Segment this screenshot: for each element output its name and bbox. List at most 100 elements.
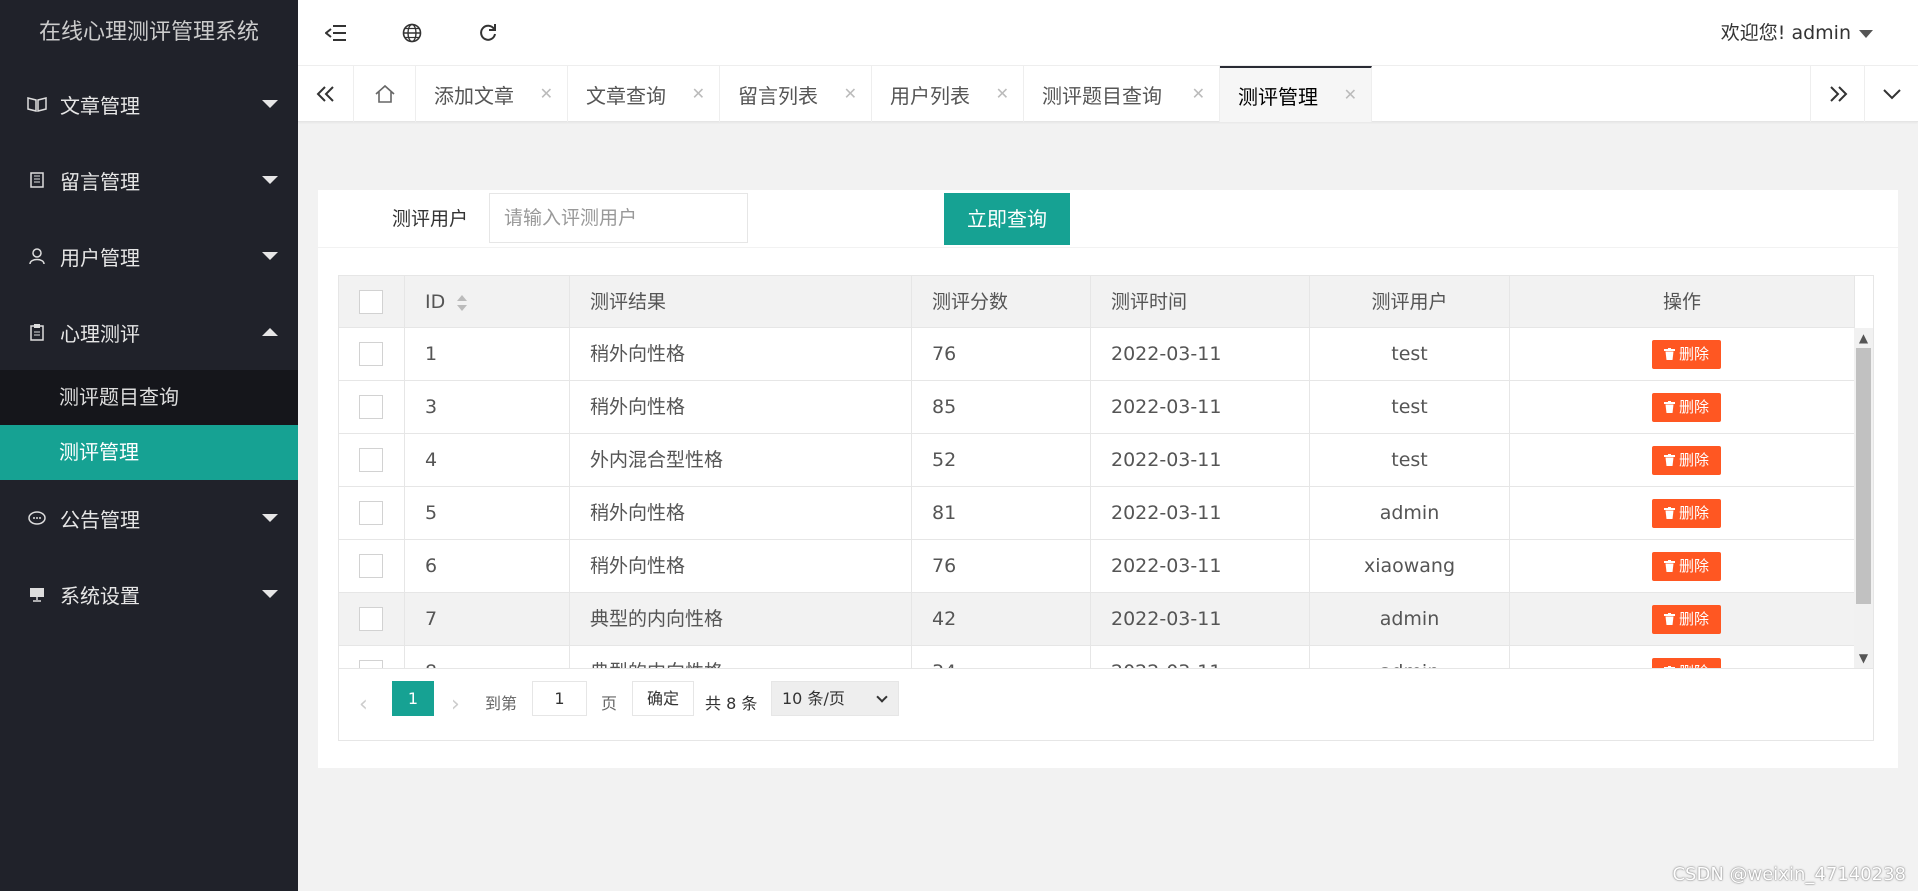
sidebar-subitem-assessment-management[interactable]: 测评管理 bbox=[0, 425, 298, 480]
row-checkbox[interactable] bbox=[359, 660, 383, 668]
sidebar-item-label: 心理测评 bbox=[60, 321, 140, 346]
page-number-current[interactable]: 1 bbox=[392, 681, 434, 716]
delete-label: 删除 bbox=[1678, 451, 1709, 469]
row-checkbox[interactable] bbox=[359, 342, 383, 366]
scroll-up-icon[interactable]: ▲ bbox=[1854, 328, 1873, 348]
home-icon bbox=[374, 84, 395, 103]
watermark: CSDN @weixin_47140238 bbox=[1672, 864, 1906, 885]
search-button[interactable]: 立即查询 bbox=[944, 193, 1070, 245]
caret-down-icon bbox=[262, 590, 278, 598]
globe-icon[interactable] bbox=[374, 0, 450, 66]
column-header-label: ID bbox=[425, 291, 446, 313]
table-row[interactable]: 3稍外向性格852022-03-11 21:20:37test 删除 bbox=[339, 381, 1855, 470]
refresh-icon[interactable] bbox=[450, 0, 526, 66]
sort-icon[interactable] bbox=[457, 294, 468, 312]
close-icon[interactable]: ✕ bbox=[1192, 85, 1205, 103]
cell-score: 76 bbox=[912, 540, 1091, 592]
goto-label: 到第 bbox=[485, 694, 518, 713]
table-row[interactable]: 5稍外向性格812022-03-11 21:20:37admin 删除 bbox=[339, 487, 1855, 576]
tab-user-list[interactable]: 用户列表 ✕ bbox=[872, 66, 1024, 122]
cell-time: 2022-03-11 21:20:37 bbox=[1091, 646, 1310, 668]
cell-user: admin bbox=[1310, 593, 1510, 645]
cell-result: 典型的内向性格 bbox=[570, 646, 912, 668]
cell-result: 典型的内向性格 bbox=[570, 593, 912, 645]
caret-down-icon bbox=[262, 176, 278, 184]
tab-add-article[interactable]: 添加文章 ✕ bbox=[416, 66, 568, 122]
tab-message-list[interactable]: 留言列表 ✕ bbox=[720, 66, 872, 122]
sidebar-item-announcements[interactable]: 公告管理 bbox=[0, 480, 298, 556]
close-icon[interactable]: ✕ bbox=[692, 85, 705, 103]
table-scrollbar[interactable]: ▲ ▼ bbox=[1854, 328, 1873, 668]
goto-page-input[interactable] bbox=[532, 681, 587, 716]
column-header-time: 测评时间 bbox=[1091, 276, 1310, 328]
next-page-icon[interactable]: › bbox=[451, 692, 460, 717]
row-actions-cell: 删除 bbox=[1510, 593, 1855, 645]
cell-time: 2022-03-11 21:20:37 bbox=[1091, 487, 1310, 576]
tabs-scroll-right-button[interactable] bbox=[1810, 66, 1864, 122]
sidebar-item-messages[interactable]: 留言管理 bbox=[0, 142, 298, 218]
tab-label: 测评管理 bbox=[1238, 84, 1318, 109]
table-row[interactable]: 6稍外向性格762022-03-11 21:20:37xiaowang 删除 bbox=[339, 540, 1855, 629]
delete-button[interactable]: 删除 bbox=[1652, 499, 1721, 528]
cell-time: 2022-03-11 21:20:37 bbox=[1091, 593, 1310, 668]
page-label: 页 bbox=[601, 694, 618, 713]
close-icon[interactable]: ✕ bbox=[1344, 86, 1357, 104]
row-checkbox[interactable] bbox=[359, 607, 383, 631]
caret-down-icon bbox=[262, 252, 278, 260]
cell-user: test bbox=[1310, 328, 1510, 380]
sidebar: 在线心理测评管理系统 文章管理 留言管理 用户管理 心理测评 测评题目查询 测评… bbox=[0, 0, 298, 891]
menu-collapse-icon[interactable] bbox=[298, 0, 374, 66]
page-size-select[interactable]: 10 条/页 bbox=[771, 681, 899, 716]
delete-button[interactable]: 删除 bbox=[1652, 340, 1721, 369]
delete-button[interactable]: 删除 bbox=[1652, 605, 1721, 634]
tab-home[interactable] bbox=[354, 66, 416, 122]
table-row[interactable]: 7典型的内向性格422022-03-11 21:20:37admin 删除 bbox=[339, 593, 1855, 668]
sidebar-item-assessment[interactable]: 心理测评 bbox=[0, 294, 298, 370]
row-checkbox[interactable] bbox=[359, 501, 383, 525]
prev-page-icon[interactable]: ‹ bbox=[359, 692, 368, 717]
delete-button[interactable]: 删除 bbox=[1652, 393, 1721, 422]
row-select-cell bbox=[339, 646, 405, 668]
table-row[interactable]: 1稍外向性格762022-03-11 21:20:37test 删除 bbox=[339, 328, 1855, 417]
cell-id: 4 bbox=[405, 434, 570, 486]
cell-time: 2022-03-11 21:20:37 bbox=[1091, 434, 1310, 523]
row-checkbox[interactable] bbox=[359, 448, 383, 472]
tab-assessment-management[interactable]: 测评管理 ✕ bbox=[1220, 66, 1372, 122]
table-row[interactable]: 8典型的内向性格342022-03-11 21:20:37admin 删除 bbox=[339, 646, 1855, 668]
scrollbar-thumb[interactable] bbox=[1856, 348, 1871, 604]
sidebar-item-settings[interactable]: 系统设置 bbox=[0, 556, 298, 632]
close-icon[interactable]: ✕ bbox=[540, 85, 553, 103]
cell-score: 85 bbox=[912, 381, 1091, 433]
tabs-scroll-left-button[interactable] bbox=[298, 66, 354, 122]
column-header-score: 测评分数 bbox=[912, 276, 1091, 328]
sidebar-item-articles[interactable]: 文章管理 bbox=[0, 66, 298, 142]
select-all-checkbox[interactable] bbox=[359, 290, 383, 314]
close-icon[interactable]: ✕ bbox=[844, 85, 857, 103]
sidebar-item-label: 系统设置 bbox=[60, 583, 140, 608]
sidebar-subitem-question-query[interactable]: 测评题目查询 bbox=[0, 370, 298, 425]
user-menu[interactable]: 欢迎您! admin bbox=[1721, 0, 1873, 66]
row-checkbox[interactable] bbox=[359, 395, 383, 419]
cell-score: 81 bbox=[912, 487, 1091, 539]
column-header-id[interactable]: ID bbox=[405, 276, 570, 328]
tab-article-query[interactable]: 文章查询 ✕ bbox=[568, 66, 720, 122]
tabs-menu-button[interactable] bbox=[1864, 66, 1918, 122]
book-icon bbox=[26, 93, 48, 115]
sidebar-item-users[interactable]: 用户管理 bbox=[0, 218, 298, 294]
greeting-text: 欢迎您! bbox=[1720, 22, 1786, 44]
goto-confirm-button[interactable]: 确定 bbox=[632, 681, 694, 716]
row-actions-cell: 删除 bbox=[1510, 646, 1855, 668]
delete-button[interactable]: 删除 bbox=[1652, 552, 1721, 581]
delete-button[interactable]: 删除 bbox=[1652, 446, 1721, 475]
row-checkbox[interactable] bbox=[359, 554, 383, 578]
trash-icon bbox=[1663, 504, 1679, 522]
scroll-down-icon[interactable]: ▼ bbox=[1854, 648, 1873, 668]
table-row[interactable]: 4外内混合型性格522022-03-11 21:20:37test 删除 bbox=[339, 434, 1855, 523]
chevron-down-icon bbox=[876, 691, 888, 703]
delete-button[interactable]: 删除 bbox=[1652, 658, 1721, 668]
close-icon[interactable]: ✕ bbox=[996, 85, 1009, 103]
pagination: ‹ 1 › 到第 页 确定 共 8 条 10 条/页 bbox=[339, 668, 1873, 740]
row-select-cell bbox=[339, 487, 405, 539]
tab-question-query[interactable]: 测评题目查询 ✕ bbox=[1024, 66, 1220, 122]
search-user-input[interactable] bbox=[489, 193, 748, 243]
